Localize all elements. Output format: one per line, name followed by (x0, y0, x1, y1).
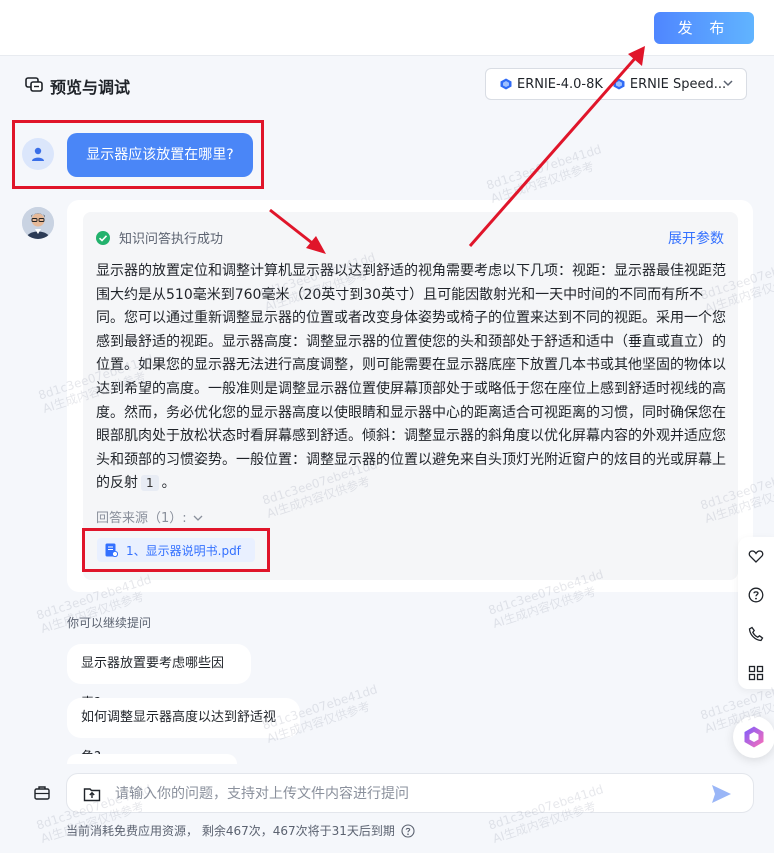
source-label: 回答来源（1）: (96, 511, 187, 526)
answer-source-toggle[interactable]: 回答来源（1）: (96, 507, 203, 526)
toolbox-icon[interactable] (33, 784, 51, 802)
side-toolbar (738, 537, 774, 689)
model-name-1: ERNIE-4.0-8K (517, 76, 603, 92)
upload-folder-icon[interactable] (83, 785, 101, 803)
ai-assistant-button[interactable] (733, 716, 774, 758)
cube-icon (613, 78, 625, 90)
annotation-box-source (82, 528, 270, 572)
continue-hint: 你可以继续提问 (67, 616, 152, 630)
chat-bubble-icon (25, 77, 43, 92)
avatar-photo-icon (22, 207, 54, 239)
chevron-down-icon (723, 80, 733, 87)
annotation-box-question (12, 120, 264, 189)
help-icon[interactable] (748, 587, 764, 603)
help-icon[interactable] (401, 823, 415, 838)
model-name-2: ERNIE Speed... (629, 76, 727, 92)
answer-text: 显示器的放置定位和调整计算机显示器以达到舒适的视角需要考虑以下几项：视距：显示器… (96, 260, 729, 496)
panel-title: 预览与调试 (50, 78, 131, 97)
chevron-down-icon (193, 515, 203, 521)
suggested-question-3[interactable] (67, 754, 237, 764)
suggested-question-2[interactable]: 如何调整显示器高度以达到舒适视角? (67, 698, 300, 765)
cube-icon (500, 78, 512, 90)
question-input[interactable] (115, 782, 695, 806)
answer-end: 。 (161, 475, 176, 492)
citation-badge[interactable]: 1 (141, 475, 159, 492)
heart-icon[interactable] (748, 548, 764, 564)
status-text: 知识问答执行成功 (119, 232, 224, 247)
publish-button[interactable]: 发 布 (654, 12, 754, 44)
grid-icon[interactable] (748, 665, 764, 681)
assistant-logo-icon (744, 726, 764, 748)
model-select[interactable]: ERNIE-4.0-8K ERNIE Speed... (485, 68, 747, 100)
suggested-question-1[interactable]: 显示器放置要考虑哪些因素? (67, 644, 251, 711)
check-circle-icon (96, 230, 110, 245)
phone-icon[interactable] (748, 626, 764, 642)
quota-text: 当前消耗免费应用资源， 剩余467次，467次将于31天后到期 (66, 824, 395, 838)
chat-input-bar (66, 773, 754, 813)
expand-params-link[interactable]: 展开参数 (668, 228, 724, 248)
status-row: 知识问答执行成功 (96, 228, 223, 247)
answer-body: 显示器的放置定位和调整计算机显示器以达到舒适的视角需要考虑以下几项：视距：显示器… (96, 263, 726, 492)
send-arrow-icon[interactable] (710, 783, 732, 805)
quota-info: 当前消耗免费应用资源， 剩余467次，467次将于31天后到期 (66, 822, 415, 839)
bot-avatar (22, 207, 54, 239)
